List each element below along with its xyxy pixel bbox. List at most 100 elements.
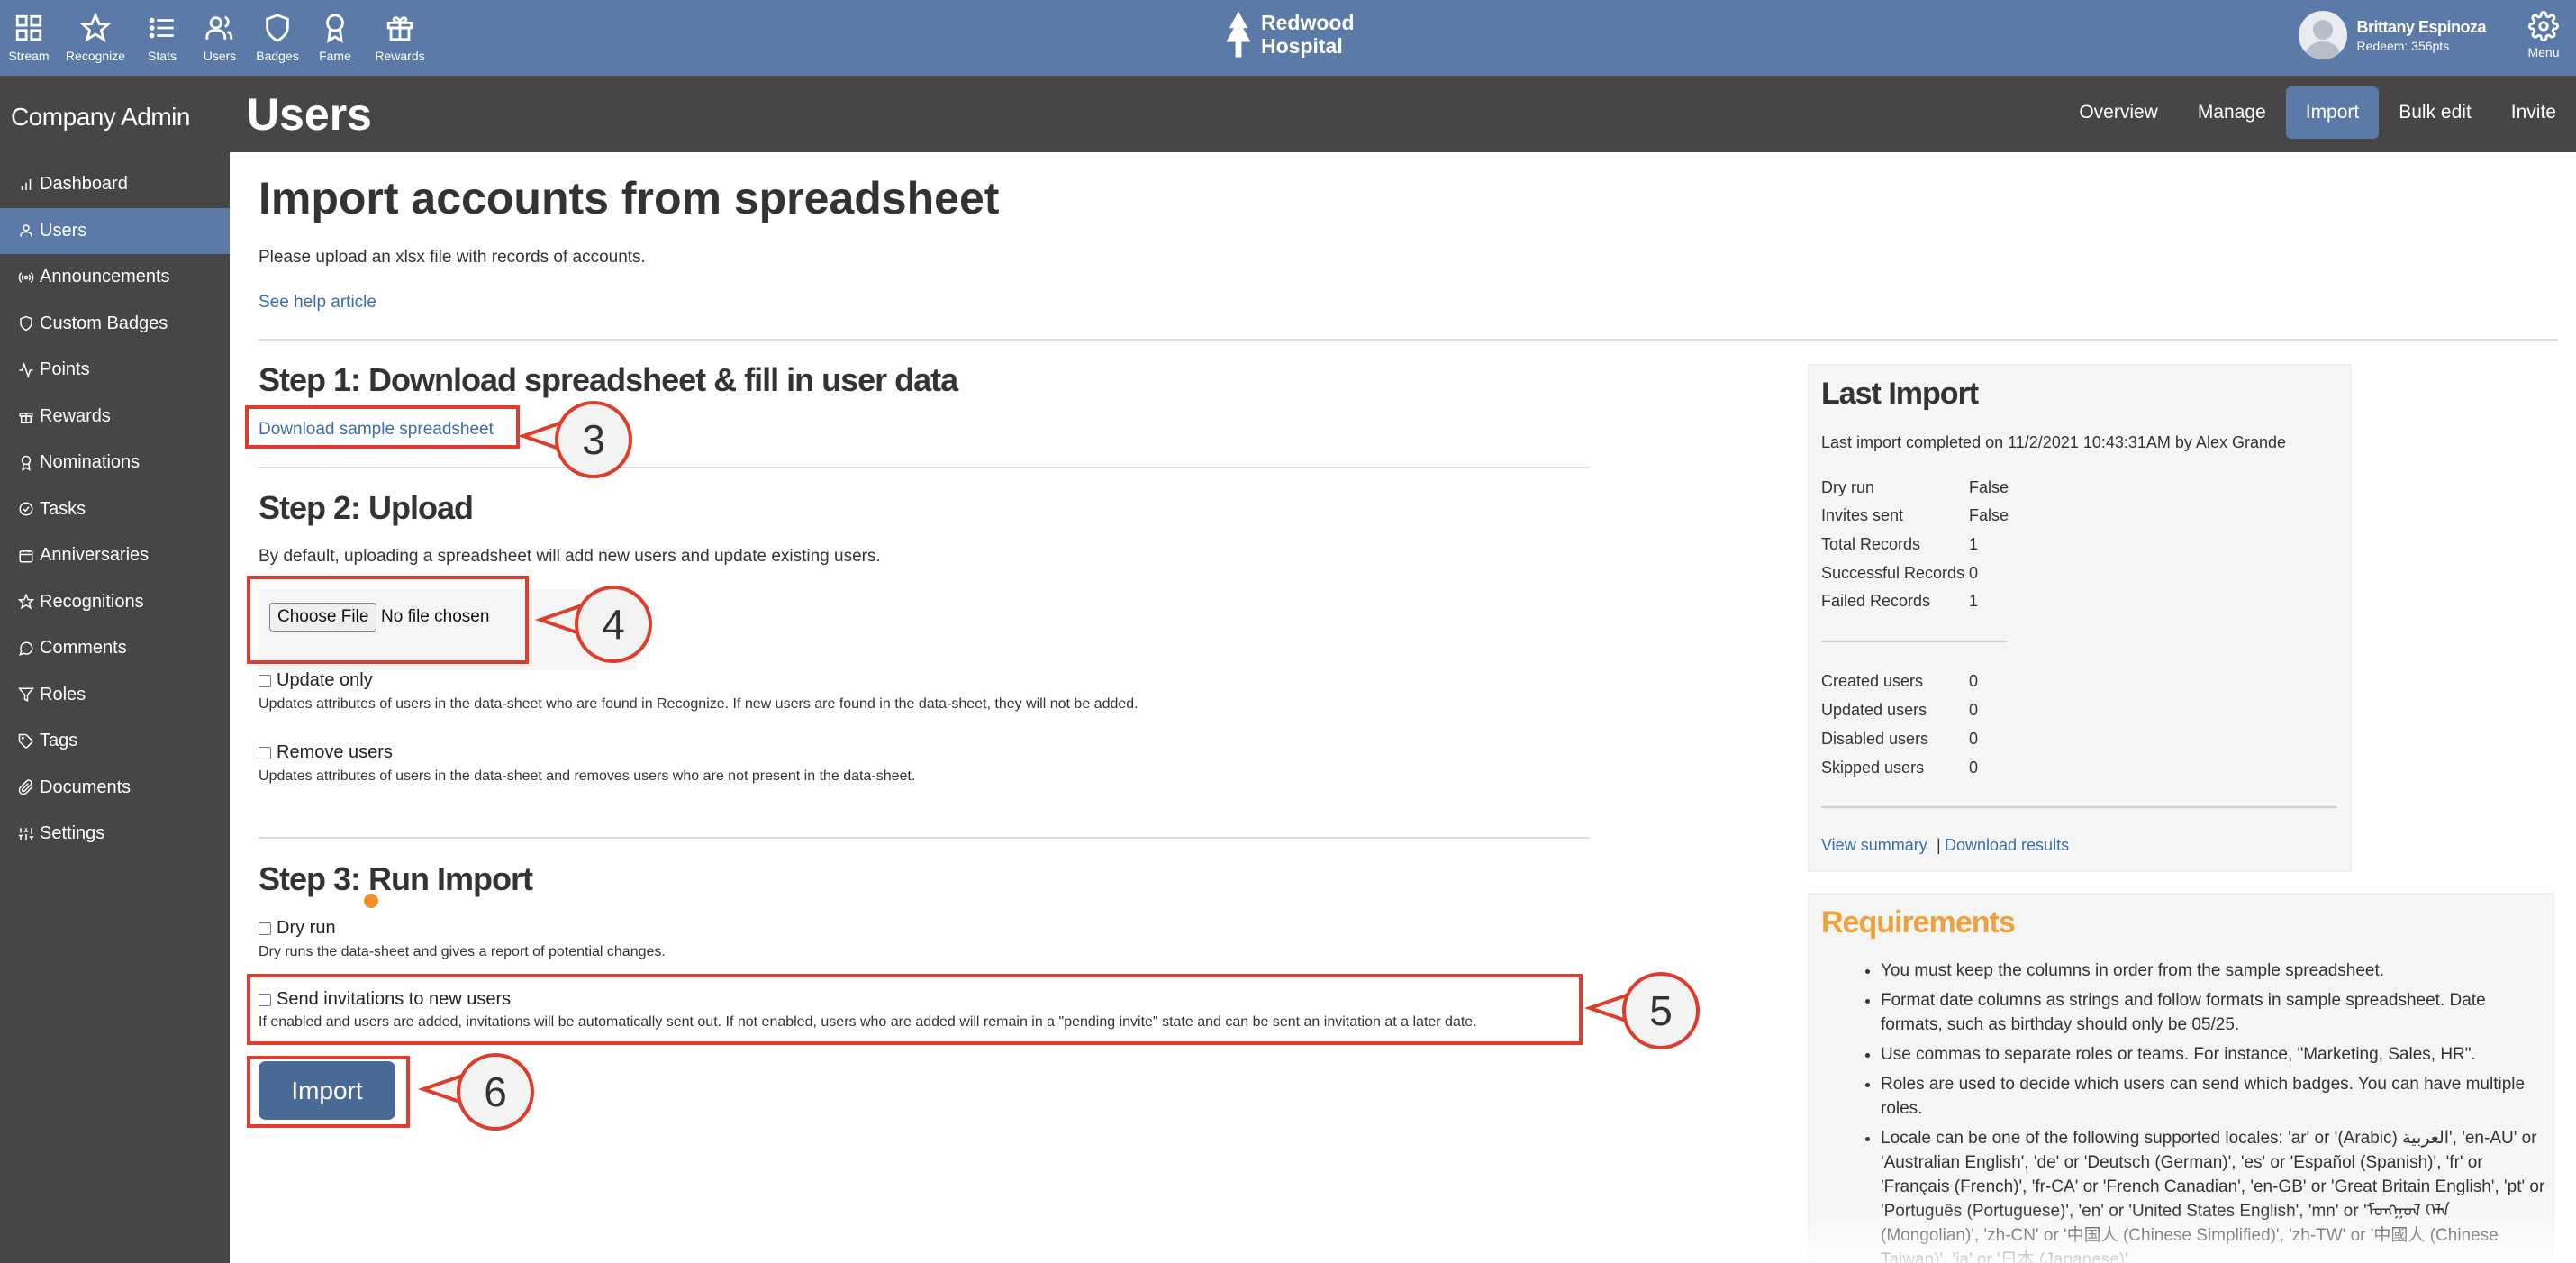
sidebar-item-comments[interactable]: Comments bbox=[0, 625, 230, 672]
tab-bulk-edit[interactable]: Bulk edit bbox=[2379, 86, 2491, 139]
divider bbox=[1821, 641, 2007, 642]
users-icon bbox=[205, 15, 233, 40]
topnav-label: Badges bbox=[256, 49, 299, 63]
list-item: You must keep the columns in order from … bbox=[1881, 959, 2547, 983]
calendar-icon bbox=[19, 550, 33, 563]
page-title: Users bbox=[247, 89, 372, 140]
tab-manage[interactable]: Manage bbox=[2178, 86, 2286, 139]
view-summary-link[interactable]: View summary bbox=[1821, 836, 1927, 855]
stat-label: Failed Records bbox=[1821, 592, 1931, 610]
tag-icon bbox=[18, 733, 33, 749]
topnav-users[interactable]: Users bbox=[191, 0, 249, 76]
stat-value: 0 bbox=[1969, 701, 1979, 719]
user-info: Brittany Espinoza Redeem: 356pts bbox=[2356, 18, 2486, 53]
grid-icon bbox=[15, 14, 42, 41]
topnav-label: Stats bbox=[148, 49, 177, 63]
gift-icon bbox=[19, 413, 33, 423]
brand-logo[interactable]: Redwood Hospital bbox=[1223, 9, 1355, 59]
user-profile[interactable]: Brittany Espinoza Redeem: 356pts bbox=[2299, 11, 2486, 59]
tab-overview[interactable]: Overview bbox=[2059, 86, 2178, 139]
pulse-icon bbox=[19, 361, 33, 378]
sidebar: Dashboard Users Announcements Custom Bad… bbox=[0, 152, 230, 1263]
sidebar-item-label: Anniversaries bbox=[40, 545, 150, 566]
sidebar-item-label: Settings bbox=[40, 823, 105, 844]
sidebar-item-anniversaries[interactable]: Anniversaries bbox=[0, 532, 230, 579]
list-item: Roles are used to decide which users can… bbox=[1881, 1072, 2547, 1121]
brand-name: Redwood Hospital bbox=[1261, 11, 1355, 58]
company-admin-title: Company Admin bbox=[11, 103, 190, 131]
menu-button[interactable]: Menu bbox=[2524, 11, 2563, 59]
divider bbox=[1821, 806, 2337, 808]
brand-line-2: Hospital bbox=[1261, 34, 1343, 58]
sidebar-item-users[interactable]: Users bbox=[0, 207, 230, 254]
top-bar: Stream Recognize Stats Users Badges Fame… bbox=[0, 0, 2576, 76]
download-results-link[interactable]: Download results bbox=[1945, 836, 2069, 855]
stat-value: False bbox=[1969, 478, 2009, 496]
topnav-stats[interactable]: Stats bbox=[133, 0, 191, 76]
topnav-label: Fame bbox=[319, 49, 351, 63]
avatar bbox=[2299, 11, 2348, 59]
stat-label: Total Records bbox=[1821, 535, 1921, 553]
star-icon bbox=[18, 594, 34, 610]
sidebar-item-documents[interactable]: Documents bbox=[0, 765, 230, 812]
broadcast-icon bbox=[18, 271, 34, 283]
sidebar-item-label: Comments bbox=[40, 638, 127, 659]
comment-icon bbox=[18, 641, 33, 656]
topnav-recognize[interactable]: Recognize bbox=[58, 0, 133, 76]
topnav-rewards[interactable]: Rewards bbox=[364, 0, 436, 76]
sidebar-item-tasks[interactable]: Tasks bbox=[0, 486, 230, 533]
user-points: Redeem: 356pts bbox=[2356, 38, 2450, 53]
sliders-icon bbox=[18, 828, 34, 840]
last-import-completed: Last import completed on 11/2/2021 10:43… bbox=[1821, 433, 2286, 451]
sidebar-item-custom-badges[interactable]: Custom Badges bbox=[0, 301, 230, 348]
topnav-fame[interactable]: Fame bbox=[306, 0, 364, 76]
bottom-fade bbox=[230, 1207, 2576, 1263]
tree-icon bbox=[1226, 11, 1251, 58]
sidebar-item-announcements[interactable]: Announcements bbox=[0, 254, 230, 301]
stat-value: 1 bbox=[1969, 592, 1979, 610]
list-item: Format date columns as strings and follo… bbox=[1881, 988, 2547, 1037]
gift-icon bbox=[386, 16, 413, 41]
gear-icon bbox=[2528, 11, 2559, 41]
stat-label: Successful Records bbox=[1821, 564, 1965, 582]
stat-value: 0 bbox=[1969, 730, 1979, 748]
check-circle-icon bbox=[19, 502, 33, 516]
requirements-title: Requirements bbox=[1821, 905, 2016, 940]
stat-value: False bbox=[1969, 506, 2009, 524]
topnav-label: Rewards bbox=[375, 49, 425, 63]
admin-header: Company Admin Users Overview Manage Impo… bbox=[0, 76, 2576, 152]
sidebar-item-rewards[interactable]: Rewards bbox=[0, 394, 230, 441]
sidebar-item-label: Announcements bbox=[40, 267, 170, 287]
sidebar-item-tags[interactable]: Tags bbox=[0, 718, 230, 765]
callout-5: 5 bbox=[1622, 972, 1700, 1049]
sidebar-item-label: Recognitions bbox=[40, 591, 144, 612]
stat-value: 0 bbox=[1969, 759, 1979, 777]
topnav-badges[interactable]: Badges bbox=[249, 0, 306, 76]
sidebar-item-nominations[interactable]: Nominations bbox=[0, 440, 230, 486]
link-separator: | bbox=[1937, 836, 1941, 854]
topnav-stream[interactable]: Stream bbox=[0, 0, 58, 76]
list-icon bbox=[149, 17, 174, 39]
topnav-label: Users bbox=[203, 49, 237, 63]
last-import-title: Last Import bbox=[1821, 377, 1979, 411]
topnav-label: Stream bbox=[8, 49, 50, 63]
sidebar-item-label: Points bbox=[40, 359, 90, 380]
shield-icon bbox=[266, 14, 289, 42]
list-item: Use commas to separate roles or teams. F… bbox=[1881, 1042, 2547, 1067]
sidebar-item-dashboard[interactable]: Dashboard bbox=[0, 161, 230, 208]
tab-invite[interactable]: Invite bbox=[2491, 86, 2576, 139]
callout-6: 6 bbox=[457, 1053, 534, 1131]
sidebar-item-label: Documents bbox=[40, 777, 132, 797]
stat-label: Disabled users bbox=[1821, 730, 1929, 748]
menu-label: Menu bbox=[2527, 45, 2560, 59]
paperclip-icon bbox=[18, 779, 33, 795]
sidebar-item-label: Roles bbox=[40, 684, 86, 704]
sidebar-item-points[interactable]: Points bbox=[0, 347, 230, 394]
stat-label: Skipped users bbox=[1821, 759, 1925, 777]
sidebar-item-recognitions[interactable]: Recognitions bbox=[0, 579, 230, 626]
shield-icon bbox=[20, 315, 32, 332]
sidebar-item-settings[interactable]: Settings bbox=[0, 811, 230, 858]
callout-3: 3 bbox=[555, 401, 632, 478]
sidebar-item-roles[interactable]: Roles bbox=[0, 672, 230, 719]
tab-import[interactable]: Import bbox=[2285, 86, 2380, 139]
